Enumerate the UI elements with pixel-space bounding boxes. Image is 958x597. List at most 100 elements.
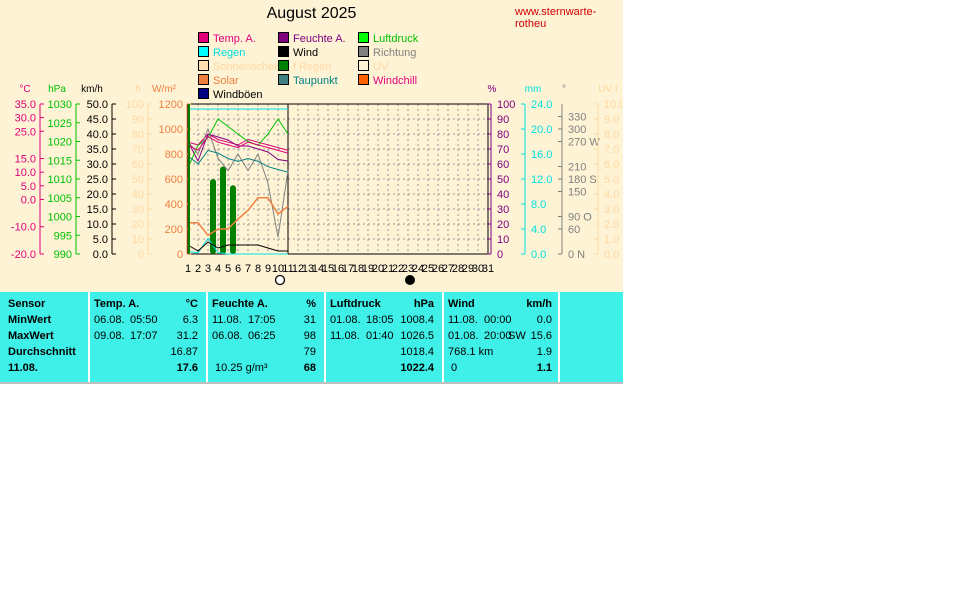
axis-tick-label-uv: 4.0 [604, 189, 619, 201]
table-cell-date: 10.25 g/m³ [215, 362, 268, 374]
axis-tick-label-kmh: 20.0 [87, 189, 108, 201]
axis-tick-label-h: 0 [138, 249, 144, 261]
table-column-separator [558, 292, 560, 382]
statistics-table: Sensor MinWert MaxWert Durchschnitt 11.08. Te… [0, 292, 623, 384]
axis-tick-label-h: 20 [132, 219, 144, 231]
axis-tick-label-h: 80 [132, 129, 144, 141]
axis-tick-label-pct: 50 [497, 174, 509, 186]
table-column-unit: hPa [413, 298, 434, 310]
table-column-unit: % [306, 298, 316, 310]
axis-tick-label-pct: 10 [497, 234, 509, 246]
axis-tick-label-uv: 9.0 [604, 114, 619, 126]
table-cell-value: 1.9 [536, 346, 552, 358]
table-row-header: Sensor [8, 298, 46, 310]
axis-tick-label-temp: 10.0 [15, 167, 36, 179]
axis-tick-label-pct: 0 [497, 249, 503, 261]
axis-tick-label-uv: 2.0 [604, 219, 619, 231]
axis-tick-label-pct: 20 [497, 219, 509, 231]
table-column-separator [324, 292, 326, 382]
axis-tick-label-deg: 60 [568, 224, 580, 236]
axis-tick-label-deg: 210 [568, 162, 586, 174]
table-cell-date: 11.08. [448, 314, 478, 326]
axis-tick-label-mm: 12.0 [531, 174, 552, 186]
axis-tick-label-wm2: 0 [177, 249, 183, 261]
regen-bar [230, 185, 236, 254]
x-tick-label: 31 [482, 263, 494, 275]
table-cell-direction: SW [508, 330, 526, 342]
axis-tick-label-uv: 0.0 [604, 249, 619, 261]
axis-tick-label-h: 100 [126, 99, 144, 111]
axis-tick-label-temp: 0.0 [21, 194, 36, 206]
axis-tick-label-hpa: 1030 [48, 99, 72, 111]
regen-bar [220, 166, 226, 254]
table-cell-date: 0 [451, 362, 458, 374]
axis-tick-label-deg: 330 [568, 112, 586, 124]
axis-tick-label-h: 70 [132, 144, 144, 156]
axis-unit-uv: UV I [598, 84, 617, 95]
table-cell-value: 0.0 [536, 314, 552, 326]
table-cell-date: 11.08. [212, 314, 242, 326]
axis-tick-label-kmh: 25.0 [87, 174, 108, 186]
x-tick-label: 5 [225, 263, 231, 275]
table-bottom-border [0, 382, 623, 384]
table-row-header: 11.08. [8, 362, 38, 374]
x-tick-label: 1 [185, 263, 191, 275]
axis-tick-label-mm: 0.0 [531, 249, 546, 261]
axis-tick-label-kmh: 30.0 [87, 159, 108, 171]
axis-tick-label-hpa: 1020 [48, 137, 72, 149]
axis-tick-label-h: 50 [132, 174, 144, 186]
axis-tick-label-deg: 300 [568, 124, 586, 136]
axis-tick-label-hpa: 1010 [48, 174, 72, 186]
axis-tick-label-temp: -10.0 [11, 222, 36, 234]
axis-unit-wm2: W/m² [152, 84, 177, 95]
table-cell-value: 1008.4 [400, 314, 434, 326]
table-cell-date: 09.08. [94, 330, 125, 342]
axis-tick-label-h: 60 [132, 159, 144, 171]
table-column-header: Feuchte A. [212, 298, 268, 310]
table-column-header: Luftdruck [330, 298, 381, 310]
axis-tick-label-pct: 30 [497, 204, 509, 216]
axis-tick-label-pct: 100 [497, 99, 515, 111]
chart-panel: August 2025 www.sternwarte-rotheu Temp. … [0, 0, 623, 292]
table-cell-time: 01:40 [366, 330, 394, 342]
x-tick-label: 6 [235, 263, 241, 275]
axis-unit-kmh: km/h [81, 84, 103, 95]
table-cell-value: 1.1 [536, 362, 552, 374]
axis-tick-label-temp: 5.0 [21, 181, 36, 193]
x-tick-label: 2 [195, 263, 201, 275]
table-cell-value: 1026.5 [400, 330, 434, 342]
axis-tick-label-uv: 10.0 [604, 99, 623, 111]
axis-unit-temp: °C [19, 84, 30, 95]
axis-tick-label-pct: 70 [497, 144, 509, 156]
table-cell-value: 79 [303, 346, 316, 358]
axis-tick-label-uv: 8.0 [604, 129, 619, 141]
axis-tick-label-kmh: 40.0 [87, 129, 108, 141]
x-tick-label: 4 [215, 263, 221, 275]
table-cell-date: 06.08. [94, 314, 125, 326]
table-cell-value: 98 [303, 330, 316, 342]
axis-tick-label-temp: -20.0 [11, 249, 36, 261]
table-cell-value: 16.87 [170, 346, 198, 358]
table-column-separator [88, 292, 90, 382]
full-moon-icon [274, 274, 286, 286]
axis-tick-label-kmh: 50.0 [87, 99, 108, 111]
table-row-header: MaxWert [8, 330, 54, 342]
table-cell-date: 01.08. [330, 314, 361, 326]
axis-tick-label-temp: 15.0 [15, 154, 36, 166]
table-cell-time: 17:05 [248, 314, 276, 326]
axis-tick-label-pct: 60 [497, 159, 509, 171]
axis-tick-label-deg: 180 S [568, 174, 597, 186]
axis-tick-label-uv: 6.0 [604, 159, 619, 171]
table-row-header: Durchschnitt [8, 346, 76, 358]
axis-tick-label-kmh: 15.0 [87, 204, 108, 216]
axis-unit-h: h [135, 84, 141, 95]
x-tick-label: 9 [265, 263, 271, 275]
chart-plot: °C35.030.025.015.010.05.00.0-10.0-20.0hP… [11, 84, 623, 286]
axis-tick-label-deg: 90 O [568, 212, 592, 224]
table-cell-value: 15.6 [530, 330, 552, 342]
axis-unit-hpa: hPa [48, 84, 66, 95]
x-tick-label: 7 [245, 263, 251, 275]
axis-tick-label-mm: 4.0 [531, 224, 546, 236]
table-cell-date: 01.08. [448, 330, 479, 342]
axis-tick-label-mm: 16.0 [531, 149, 552, 161]
